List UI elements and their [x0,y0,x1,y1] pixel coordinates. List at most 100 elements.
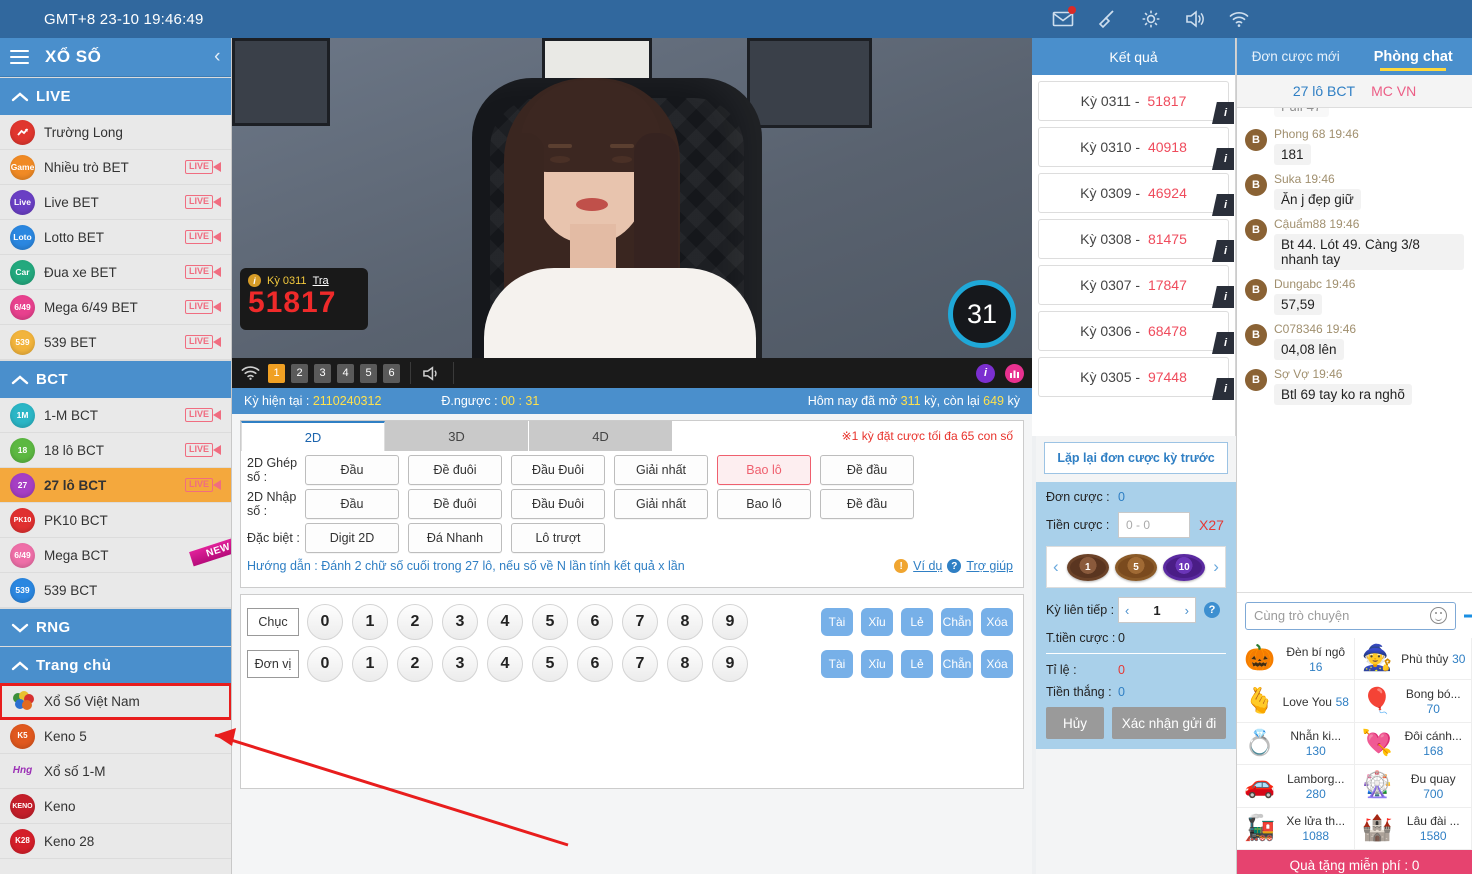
sidebar-group-live[interactable]: LIVE [0,77,231,115]
tab-4d[interactable]: 4D [529,421,673,451]
free-gift-bar[interactable]: Quà tặng miễn phí : 0 [1237,850,1472,874]
confirm-submit-button[interactable]: Xác nhận gửi đi [1112,707,1226,739]
quality-button-1[interactable]: 1 [268,363,285,383]
option-chan[interactable]: Chẵn [941,650,973,678]
info-icon[interactable]: i [1212,194,1234,216]
sidebar-item-keno-28[interactable]: K28 Keno 28 [0,824,231,859]
chat-input-field[interactable] [1245,601,1456,630]
option-tai[interactable]: Tài [821,650,853,678]
subtab-mc-vn[interactable]: MC VN [1371,83,1416,99]
ticket-tra-link[interactable]: Tra [313,275,329,287]
sidebar-item-539-bct[interactable]: 539 539 BCT [0,573,231,608]
bet-button-bao-lo[interactable]: Bao lô [717,455,811,485]
streak-decrease[interactable]: ‹ [1125,603,1129,618]
quality-button-2[interactable]: 2 [291,363,308,383]
bet-button-dau-2[interactable]: Đầu [305,489,399,519]
bet-button-giai-nhat-2[interactable]: Giải nhất [614,489,708,519]
digit-button[interactable]: 2 [397,646,433,682]
broom-icon[interactable] [1096,8,1118,30]
wifi-icon[interactable] [240,364,262,382]
digit-button[interactable]: 3 [442,604,478,640]
quality-button-6[interactable]: 6 [383,363,400,383]
speaker-icon[interactable] [1184,8,1206,30]
chevron-left-icon[interactable]: ‹ [214,46,221,68]
quality-button-4[interactable]: 4 [337,363,354,383]
gift-item[interactable]: 🎡 Đu quay 700 [1354,765,1472,808]
bet-button-digit-2d[interactable]: Digit 2D [305,523,399,553]
gift-item[interactable]: 🚗 Lamborg... 280 [1237,765,1355,808]
bet-button-bao-lo-2[interactable]: Bao lô [717,489,811,519]
digit-button[interactable]: 9 [712,646,748,682]
bet-button-lo-truot[interactable]: Lô trượt [511,523,605,553]
quality-button-3[interactable]: 3 [314,363,331,383]
gift-item[interactable]: 🫰 Love You 58 [1237,680,1355,723]
bet-button-de-duoi[interactable]: Đề đuôi [408,455,502,485]
sidebar-item-27-lo-bct[interactable]: 27 27 lô BCT LIVE [0,468,231,503]
gift-item[interactable]: 💍 Nhẫn ki... 130 [1237,722,1355,766]
digit-button[interactable]: 4 [487,646,523,682]
question-icon[interactable]: ? [1204,602,1220,618]
sidebar-title-bar[interactable]: XỔ SỐ ‹ [0,38,231,77]
option-le[interactable]: Lẻ [901,608,933,636]
option-xiu[interactable]: Xỉu [861,608,893,636]
sidebar-item-539-bet[interactable]: 539 539 BET LIVE [0,325,231,360]
digit-button[interactable]: 7 [622,604,658,640]
example-link[interactable]: Ví dụ [913,559,942,573]
gift-item[interactable]: 🚂 Xe lửa th... 1088 [1237,807,1355,850]
sidebar-item-xo-so-1m[interactable]: Hng Xổ số 1-M [0,754,231,789]
sidebar-item-mega-bct[interactable]: 6/49 Mega BCT NEW [0,538,231,573]
streak-stepper[interactable]: ‹ 1 › [1118,597,1196,623]
digit-button[interactable]: 6 [577,604,613,640]
subtab-27-lo-bct[interactable]: 27 lô BCT [1293,83,1355,99]
hamburger-icon[interactable] [10,50,29,64]
gift-item[interactable]: 🎃 Đèn bí ngô 16 [1237,638,1355,681]
digit-button[interactable]: 1 [352,646,388,682]
tab-2d[interactable]: 2D [241,421,385,451]
bet-button-giai-nhat[interactable]: Giải nhất [614,455,708,485]
digit-button[interactable]: 8 [667,646,703,682]
bet-button-de-dau[interactable]: Đề đầu [820,455,914,485]
sidebar-item-pk10-bct[interactable]: PK10 PK10 BCT [0,503,231,538]
tab-don-cuoc-moi[interactable]: Đơn cược mới [1237,38,1355,75]
info-icon[interactable]: i [1212,378,1234,400]
info-icon[interactable]: i [1212,286,1234,308]
bet-button-de-duoi-2[interactable]: Đề đuôi [408,489,502,519]
gift-item[interactable]: 🧙 Phù thủy 30 [1354,638,1472,681]
sidebar-item-lotto-bet[interactable]: Loto Lotto BET LIVE [0,220,231,255]
sidebar-item-xo-so-viet-nam[interactable]: Xổ Số Việt Nam [0,683,231,720]
gift-item[interactable]: 🎈 Bong bó... 70 [1354,680,1472,723]
sidebar-group-trang-chu[interactable]: Trang chủ [0,646,231,684]
option-chan[interactable]: Chẵn [941,608,973,636]
digit-button[interactable]: 5 [532,604,568,640]
streak-increase[interactable]: › [1185,603,1189,618]
digit-button[interactable]: 1 [352,604,388,640]
sidebar-item-dua-xe-bet[interactable]: Car Đua xe BET LIVE [0,255,231,290]
tab-3d[interactable]: 3D [385,421,529,451]
repeat-last-bet-button[interactable]: Lặp lại đơn cược kỳ trước [1044,442,1228,474]
digit-button[interactable]: 8 [667,604,703,640]
chip-prev-arrow[interactable]: ‹ [1051,557,1061,577]
option-tai[interactable]: Tài [821,608,853,636]
help-link[interactable]: Trợ giúp [966,559,1013,573]
sidebar-item-keno[interactable]: KENO Keno [0,789,231,824]
chat-text-input[interactable] [1254,608,1430,623]
bet-button-dau-duoi-2[interactable]: Đầu Đuôi [511,489,605,519]
digit-button[interactable]: 5 [532,646,568,682]
digit-button[interactable]: 2 [397,604,433,640]
info-icon[interactable]: i [1212,332,1234,354]
gear-icon[interactable] [1140,8,1162,30]
bet-button-dau-duoi[interactable]: Đầu Đuôi [511,455,605,485]
chip-5[interactable]: 5 [1114,553,1157,581]
option-xoa[interactable]: Xóa [981,650,1013,678]
bet-button-da-nhanh[interactable]: Đá Nhanh [408,523,502,553]
mail-icon[interactable] [1052,6,1076,30]
option-xoa[interactable]: Xóa [981,608,1013,636]
sidebar-item-mega-649-bet[interactable]: 6/49 Mega 6/49 BET LIVE [0,290,231,325]
bet-button-de-dau-2[interactable]: Đề đầu [820,489,914,519]
sidebar-item-truong-long[interactable]: Trường Long [0,115,231,150]
digit-button[interactable]: 0 [307,646,343,682]
sidebar-item-nhieu-tro-bet[interactable]: Game Nhiều trò BET LIVE [0,150,231,185]
chat-message-list[interactable]: B Full 47 B Phong 68 19:46 181 B [1237,108,1472,592]
info-icon[interactable]: i [1212,240,1234,262]
live-video-player[interactable]: i Kỳ 0311 Tra 51817 31 1 2 3 4 5 6 i [232,38,1032,388]
